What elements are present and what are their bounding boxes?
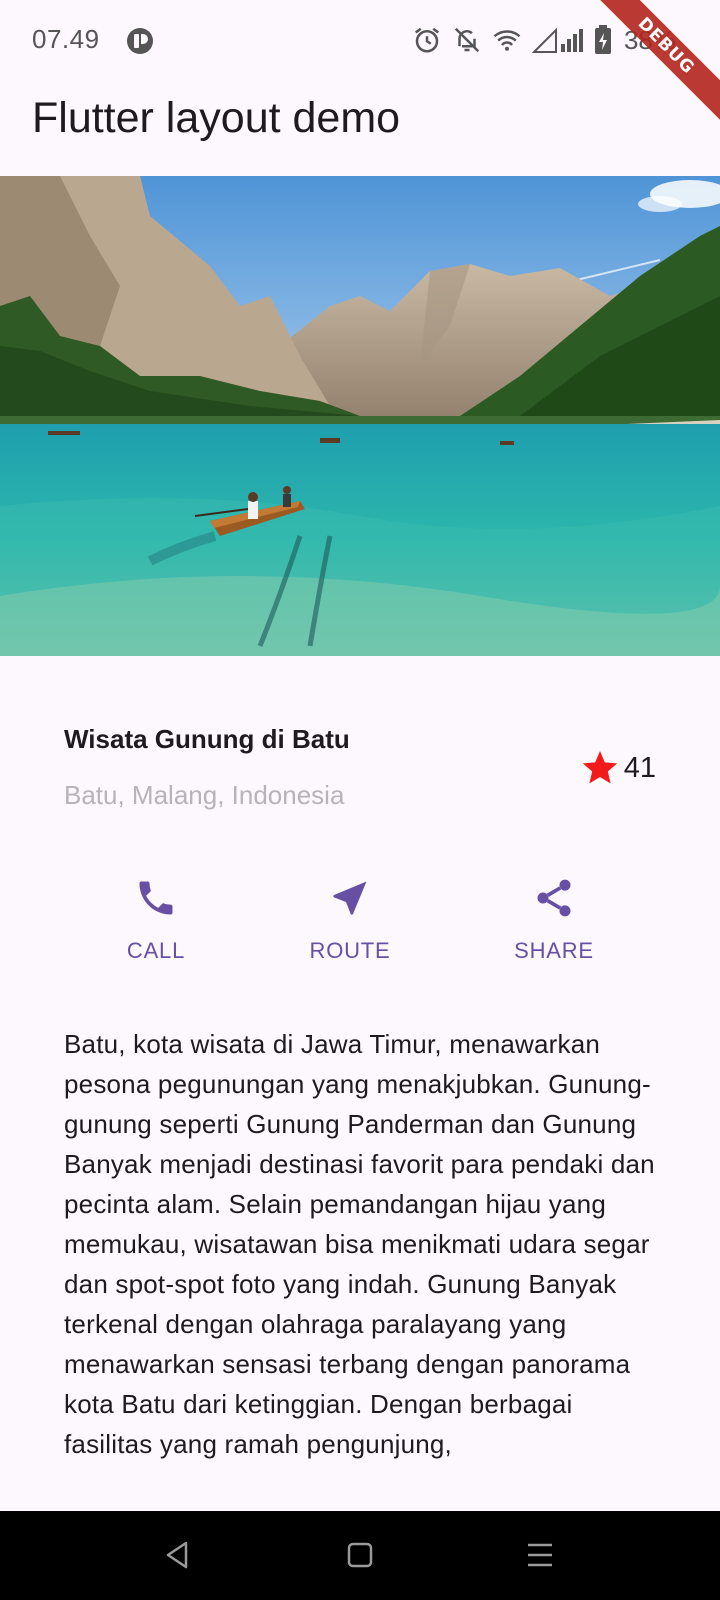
back-icon[interactable]	[158, 1535, 198, 1575]
recents-icon[interactable]	[520, 1535, 560, 1575]
hero-image	[0, 176, 720, 656]
status-bar: 07.49 38% DEBUG	[0, 0, 720, 127]
app-notification-icon	[127, 28, 153, 54]
app-bar: Flutter layout demo	[0, 80, 720, 176]
home-icon[interactable]	[340, 1535, 380, 1575]
rating: 41	[580, 748, 656, 788]
mountain-lake-illustration	[0, 176, 720, 656]
star-icon	[582, 751, 617, 784]
place-location: Batu, Malang, Indonesia	[64, 780, 345, 810]
alarm-icon	[414, 27, 439, 53]
call-button[interactable]: CALL	[86, 876, 226, 976]
action-buttons: CALL ROUTE SHARE	[0, 876, 720, 986]
place-name: Wisata Gunung di Batu	[64, 724, 350, 754]
route-button[interactable]: ROUTE	[280, 876, 420, 976]
battery-charging-icon	[594, 25, 611, 54]
status-time: 07.49	[32, 24, 100, 54]
near-me-icon	[333, 881, 367, 915]
app-title: Flutter layout demo	[32, 94, 401, 142]
share-icon	[537, 879, 571, 917]
notifications-off-icon	[454, 27, 480, 53]
rating-count: 41	[623, 751, 656, 784]
share-label: SHARE	[514, 938, 594, 963]
call-label: CALL	[126, 938, 186, 963]
route-label: ROUTE	[309, 938, 391, 963]
description-text: Batu, kota wisata di Jawa Timur, menawar…	[64, 1029, 655, 1459]
phone-icon	[139, 881, 173, 915]
share-button[interactable]: SHARE	[484, 876, 624, 976]
wifi-icon	[493, 30, 521, 51]
title-section: Wisata Gunung di Batu Batu, Malang, Indo…	[64, 718, 656, 828]
navigation-bar	[0, 1511, 720, 1600]
cellular-signal-icon	[531, 27, 583, 53]
